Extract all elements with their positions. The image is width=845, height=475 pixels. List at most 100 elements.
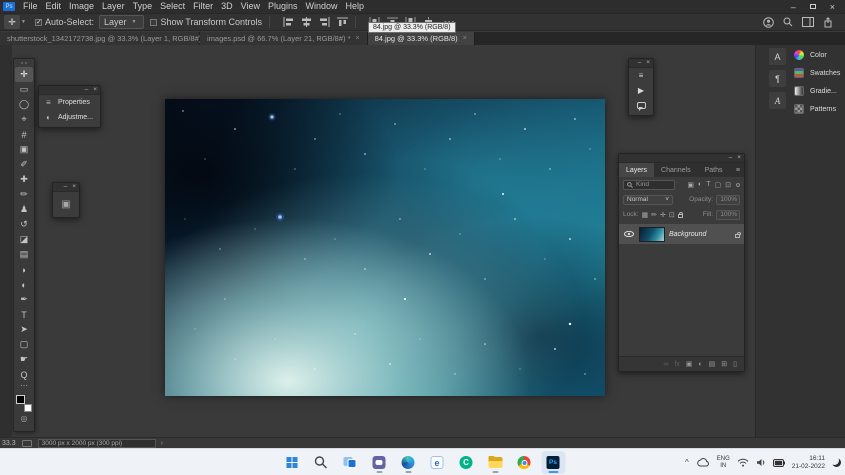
menu-select[interactable]: Select: [156, 0, 189, 13]
lock-artboard-icon[interactable]: ⊡: [669, 211, 675, 219]
workspace-switcher-icon[interactable]: [802, 17, 814, 27]
new-adjustment-layer-icon[interactable]: ◐: [698, 361, 702, 368]
panel-minimize-icon[interactable]: –: [64, 184, 68, 190]
window-close-button[interactable]: ×: [830, 2, 835, 12]
menu-window[interactable]: Window: [302, 0, 342, 13]
zoom-tool-button[interactable]: Q: [15, 367, 33, 382]
panel-close-icon[interactable]: ×: [737, 155, 741, 161]
comment-icon[interactable]: [629, 98, 653, 113]
filter-shape-layers-icon[interactable]: ▢: [715, 181, 722, 189]
edit-toolbar-button[interactable]: ⋯: [20, 382, 28, 392]
layer-visibility-toggle[interactable]: [623, 231, 635, 237]
delete-layer-icon[interactable]: ▯: [733, 360, 737, 368]
path-selection-tool-button[interactable]: ➤: [15, 322, 33, 337]
paragraph-panel-button[interactable]: ¶: [769, 70, 786, 87]
pen-tool-button[interactable]: ✒: [15, 292, 33, 307]
menu-type[interactable]: Type: [129, 0, 157, 13]
panel-minimize-icon[interactable]: –: [85, 87, 89, 93]
panel-minimize-icon[interactable]: –: [729, 155, 733, 161]
wifi-icon[interactable]: [737, 458, 749, 467]
healing-brush-tool-button[interactable]: ✚: [15, 172, 33, 187]
clone-stamp-tool-button[interactable]: ♟: [15, 202, 33, 217]
document-tab-images-psd[interactable]: images.psd @ 66.7% (Layer 21, RGB/8#) * …: [200, 32, 368, 45]
panel-menu-icon[interactable]: ≡: [736, 167, 744, 174]
patterns-panel-button[interactable]: Patterns: [794, 102, 840, 116]
speaker-icon[interactable]: [756, 458, 766, 467]
character-panel-button[interactable]: A: [769, 48, 786, 65]
menu-3d[interactable]: 3D: [217, 0, 237, 13]
edge-button[interactable]: [396, 451, 420, 474]
account-icon[interactable]: [763, 17, 774, 28]
tab-channels[interactable]: Channels: [654, 163, 698, 177]
fill-field[interactable]: 100%: [716, 210, 740, 220]
document-dimensions-field[interactable]: 3000 px x 2000 px (300 ppi): [38, 439, 156, 448]
panel-close-icon[interactable]: ×: [72, 184, 76, 190]
camtasia-button[interactable]: C: [454, 451, 478, 474]
history-brush-tool-button[interactable]: ↺: [15, 217, 33, 232]
onedrive-cloud-icon[interactable]: [696, 458, 710, 467]
history-slider-icon[interactable]: ≡: [629, 68, 653, 83]
align-right-icon[interactable]: [319, 17, 330, 27]
align-left-icon[interactable]: [283, 17, 294, 27]
filter-pixel-layers-icon[interactable]: ▣: [687, 181, 694, 189]
quick-mask-button[interactable]: ◎: [21, 414, 28, 423]
start-button[interactable]: [280, 451, 304, 474]
blend-mode-dropdown[interactable]: Normal ˅: [623, 195, 673, 205]
layer-thumbnail[interactable]: [639, 227, 665, 242]
window-minimize-button[interactable]: –: [791, 2, 796, 12]
color-panel-button[interactable]: Color: [794, 48, 840, 62]
type-tool-button[interactable]: T: [15, 307, 33, 322]
filter-toggle-icon[interactable]: [736, 183, 740, 187]
foreground-background-swatches[interactable]: [16, 395, 32, 412]
document-tab-84-jpg[interactable]: 84.jpg @ 33.3% (RGB/8) ×: [368, 32, 475, 45]
status-expander-icon[interactable]: ›: [161, 440, 163, 447]
lock-all-icon[interactable]: [678, 214, 683, 218]
search-icon[interactable]: [783, 17, 793, 27]
auto-select-target-dropdown[interactable]: Layer ▼: [99, 15, 144, 29]
tab-close-icon[interactable]: ×: [356, 35, 360, 42]
language-indicator[interactable]: ENG IN: [717, 456, 730, 469]
swatches-panel-button[interactable]: Swatches: [794, 66, 840, 80]
layer-row-background[interactable]: Background: [619, 224, 744, 244]
panel-minimize-icon[interactable]: –: [638, 60, 642, 66]
tab-paths[interactable]: Paths: [698, 163, 730, 177]
gradients-panel-button[interactable]: Gradie...: [794, 84, 840, 98]
file-explorer-button[interactable]: [483, 451, 507, 474]
image-thumbnail-icon[interactable]: ▣: [61, 199, 70, 210]
toolbar-grip[interactable]: [14, 59, 34, 67]
lock-paint-icon[interactable]: ✏: [651, 211, 657, 219]
move-tool-button[interactable]: ✛: [15, 67, 33, 82]
align-center-icon[interactable]: [301, 17, 312, 27]
zoom-percentage-field[interactable]: 33.3: [2, 440, 16, 447]
battery-icon[interactable]: [773, 459, 785, 467]
menu-filter[interactable]: Filter: [189, 0, 217, 13]
move-tool-preset-icon[interactable]: ✛: [4, 15, 20, 29]
menu-file[interactable]: File: [19, 0, 42, 13]
menu-image[interactable]: Image: [65, 0, 98, 13]
blur-tool-button[interactable]: ◗: [15, 262, 33, 277]
marquee-tool-button[interactable]: ▭: [15, 82, 33, 97]
crop-tool-button[interactable]: #: [15, 127, 33, 142]
show-transform-controls-checkbox[interactable]: [150, 19, 157, 26]
shape-tool-button[interactable]: ▢: [15, 337, 33, 352]
lock-position-icon[interactable]: ✛: [660, 211, 666, 219]
document-tab-shutterstock[interactable]: shutterstock_1342172738.jpg @ 33.3% (Lay…: [0, 32, 200, 45]
hidden-icons-chevron[interactable]: ^: [685, 458, 689, 467]
background-color-swatch[interactable]: [24, 404, 32, 412]
teams-chat-button[interactable]: [367, 451, 391, 474]
filter-type-layers-icon[interactable]: T: [706, 181, 710, 189]
canvas-document-image[interactable]: [165, 99, 605, 396]
add-layer-mask-icon[interactable]: ▣: [686, 360, 693, 368]
task-view-button[interactable]: [338, 451, 362, 474]
menu-plugins[interactable]: Plugins: [264, 0, 302, 13]
eraser-tool-button[interactable]: ◪: [15, 232, 33, 247]
background-lock-icon[interactable]: [735, 234, 740, 238]
eyedropper-tool-button[interactable]: ✐: [15, 157, 33, 172]
adjustments-panel-button[interactable]: ◐ Adjustme...: [39, 110, 100, 125]
share-icon[interactable]: [823, 17, 833, 28]
gradient-tool-button[interactable]: ▤: [15, 247, 33, 262]
link-layers-icon[interactable]: ∞: [663, 361, 668, 368]
photoshop-app-icon[interactable]: Ps: [3, 2, 15, 11]
clock-date[interactable]: 16:11 21-02-2022: [792, 455, 825, 470]
window-restore-button[interactable]: [810, 4, 816, 9]
